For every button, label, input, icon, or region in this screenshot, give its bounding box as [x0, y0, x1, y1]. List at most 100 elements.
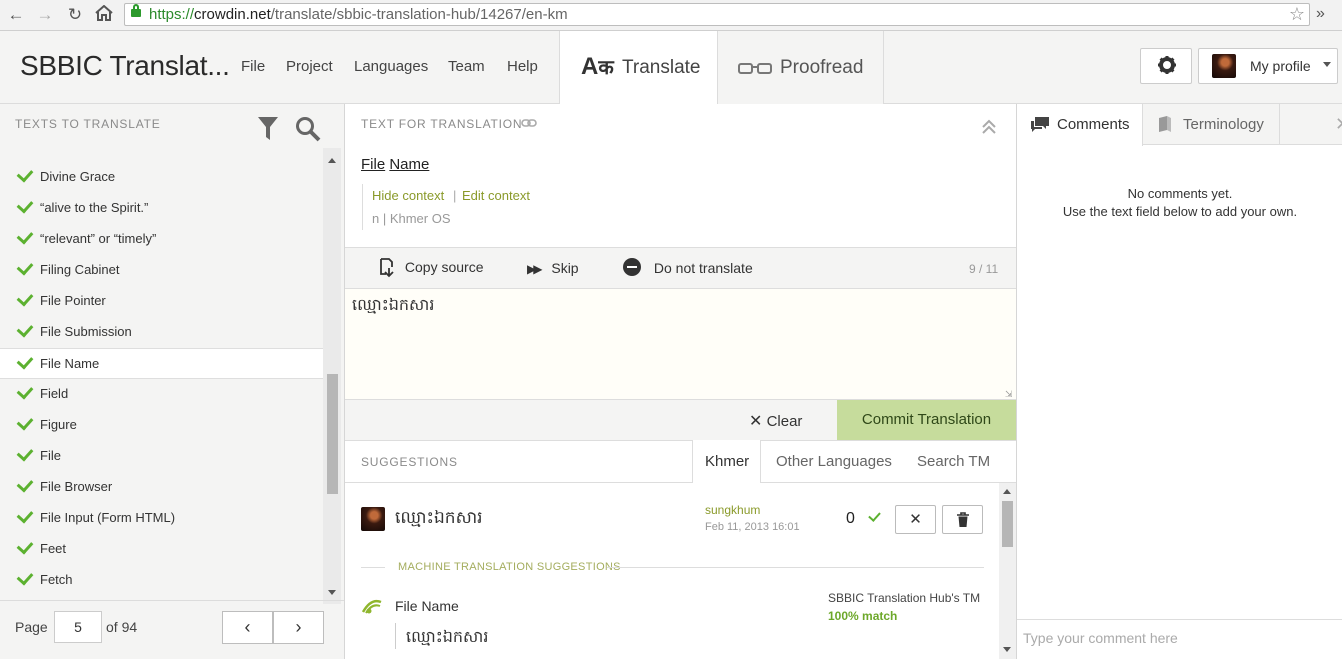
- list-item[interactable]: Field: [0, 379, 323, 410]
- skip-button[interactable]: ▶▶ Skip: [527, 260, 579, 276]
- browser-menu-icon[interactable]: »: [1316, 5, 1325, 23]
- profile-button[interactable]: My profile: [1198, 48, 1338, 84]
- lock-icon: [131, 4, 141, 17]
- hide-context-link[interactable]: Hide context: [372, 188, 444, 203]
- suggestion-text[interactable]: ឈ្មោះឯកសារ: [395, 507, 483, 532]
- suggestions-body: ឈ្មោះឯកសារ sungkhum Feb 11, 2013 16:01 0…: [345, 483, 1016, 659]
- chevron-left-icon: ‹: [244, 617, 251, 637]
- approve-check-icon[interactable]: [868, 509, 881, 522]
- menu-team[interactable]: Team: [448, 58, 485, 75]
- back-icon[interactable]: ←: [5, 5, 27, 25]
- search-icon[interactable]: [295, 116, 321, 145]
- list-item[interactable]: Fetch: [0, 565, 323, 596]
- scroll-thumb[interactable]: [327, 374, 338, 494]
- filter-icon[interactable]: [257, 116, 279, 145]
- tab-search-tm[interactable]: Search TM: [917, 453, 990, 470]
- check-icon: [16, 537, 34, 555]
- list-item[interactable]: Filing Cabinet: [0, 255, 323, 286]
- collapse-icon[interactable]: [981, 119, 997, 138]
- address-bar[interactable]: https://crowdin.net/translate/sbbic-tran…: [124, 3, 1310, 26]
- suggestions-title: SUGGESTIONS: [361, 455, 458, 469]
- list-item[interactable]: File: [0, 441, 323, 472]
- list-item[interactable]: File Input (Form HTML): [0, 503, 323, 534]
- url-text: https://crowdin.net/translate/sbbic-tran…: [149, 6, 568, 23]
- tab-khmer[interactable]: Khmer: [692, 440, 761, 483]
- vote-count: 0: [846, 510, 855, 527]
- list-item[interactable]: File Browser: [0, 472, 323, 503]
- close-panel-icon[interactable]: ✕: [1335, 114, 1342, 135]
- clear-button[interactable]: ✕ Clear: [749, 411, 802, 431]
- comments-icon: [1030, 116, 1050, 136]
- list-item[interactable]: “alive to the Spirit.”: [0, 193, 323, 224]
- bookmark-star-icon[interactable]: ☆: [1289, 4, 1305, 25]
- suggestions-scrollbar[interactable]: [999, 483, 1016, 659]
- tab-comments[interactable]: Comments: [1017, 104, 1143, 146]
- translation-editor[interactable]: ឈ្មោះឯកសារ ⇲: [345, 289, 1016, 400]
- suggestions-header: SUGGESTIONS Khmer Other Languages Search…: [345, 440, 1016, 483]
- source-area: TEXT FOR TRANSLATION File Name Hide cont…: [345, 104, 1016, 247]
- suggestion-author[interactable]: sungkhum: [705, 503, 760, 517]
- copy-source-button[interactable]: Copy source: [379, 258, 483, 278]
- mt-header: MACHINE TRANSLATION SUGGESTIONS: [398, 561, 621, 573]
- project-title[interactable]: SBBIC Translat...: [20, 50, 230, 82]
- translation-toolbar: Copy source ▶▶ Skip Do not translate 9 /…: [345, 247, 1016, 289]
- check-icon: [16, 352, 34, 370]
- check-icon: [16, 413, 34, 431]
- source-text: File Name: [361, 156, 430, 173]
- scroll-up-icon[interactable]: [1003, 489, 1011, 494]
- check-icon: [16, 382, 34, 400]
- tab-translate[interactable]: Aक Translate: [559, 31, 718, 105]
- check-icon: [16, 444, 34, 462]
- check-icon: [16, 289, 34, 307]
- texts-list: Divine Grace “alive to the Spirit.” “rel…: [0, 148, 323, 600]
- list-item[interactable]: Figure: [0, 410, 323, 441]
- comments-panel: Comments Terminology ✕ No comments yet. …: [1016, 104, 1342, 659]
- list-item[interactable]: Divine Grace: [0, 162, 323, 193]
- prev-page-button[interactable]: ‹: [222, 611, 273, 644]
- trash-icon: [956, 512, 969, 528]
- tm-match: 100% match: [828, 609, 898, 623]
- list-item[interactable]: File Submission: [0, 317, 323, 348]
- scroll-thumb[interactable]: [1002, 501, 1013, 547]
- scroll-down-icon[interactable]: [1003, 647, 1011, 652]
- page-number-input[interactable]: 5: [54, 611, 102, 643]
- next-page-button[interactable]: ›: [273, 611, 324, 644]
- tab-terminology[interactable]: Terminology: [1143, 104, 1280, 145]
- page-label: Page: [15, 619, 48, 635]
- context-line: n | Khmer OS: [372, 211, 451, 226]
- menu-project[interactable]: Project: [286, 58, 333, 75]
- close-icon: ✕: [749, 413, 763, 430]
- list-item[interactable]: File Pointer: [0, 286, 323, 317]
- resize-handle-icon[interactable]: ⇲: [1005, 389, 1013, 400]
- commit-translation-button[interactable]: Commit Translation: [837, 400, 1016, 440]
- caret-down-icon: [1323, 62, 1331, 67]
- edit-context-link[interactable]: Edit context: [462, 188, 530, 203]
- avatar: [1212, 54, 1236, 78]
- do-not-translate-button[interactable]: Do not translate: [623, 258, 753, 278]
- delete-button[interactable]: [942, 505, 983, 534]
- check-icon: [16, 568, 34, 586]
- tab-proofread[interactable]: Proofread: [717, 31, 884, 104]
- settings-button[interactable]: [1140, 48, 1192, 84]
- scroll-down-icon[interactable]: [328, 590, 336, 595]
- link-icon[interactable]: [521, 116, 537, 131]
- tab-other-languages[interactable]: Other Languages: [776, 453, 892, 470]
- list-item[interactable]: “relevant” or “timely”: [0, 224, 323, 255]
- menu-languages[interactable]: Languages: [354, 58, 428, 75]
- reload-icon[interactable]: ↻: [64, 5, 86, 25]
- list-item-active[interactable]: File Name: [0, 348, 323, 379]
- home-icon[interactable]: [93, 4, 115, 25]
- comment-input[interactable]: Type your comment here: [1017, 619, 1342, 659]
- tm-translation[interactable]: ឈ្មោះឯកសារ: [406, 626, 488, 650]
- reject-button[interactable]: ✕: [895, 505, 936, 534]
- texts-scrollbar[interactable]: [323, 148, 341, 604]
- source-title: TEXT FOR TRANSLATION: [361, 117, 523, 131]
- menu-help[interactable]: Help: [507, 58, 538, 75]
- menu-file[interactable]: File: [241, 58, 265, 75]
- check-icon: [16, 196, 34, 214]
- check-icon: [16, 165, 34, 183]
- forward-icon[interactable]: →: [34, 5, 56, 25]
- list-item[interactable]: Feet: [0, 534, 323, 565]
- scroll-up-icon[interactable]: [328, 158, 336, 163]
- tm-rule: [395, 623, 396, 649]
